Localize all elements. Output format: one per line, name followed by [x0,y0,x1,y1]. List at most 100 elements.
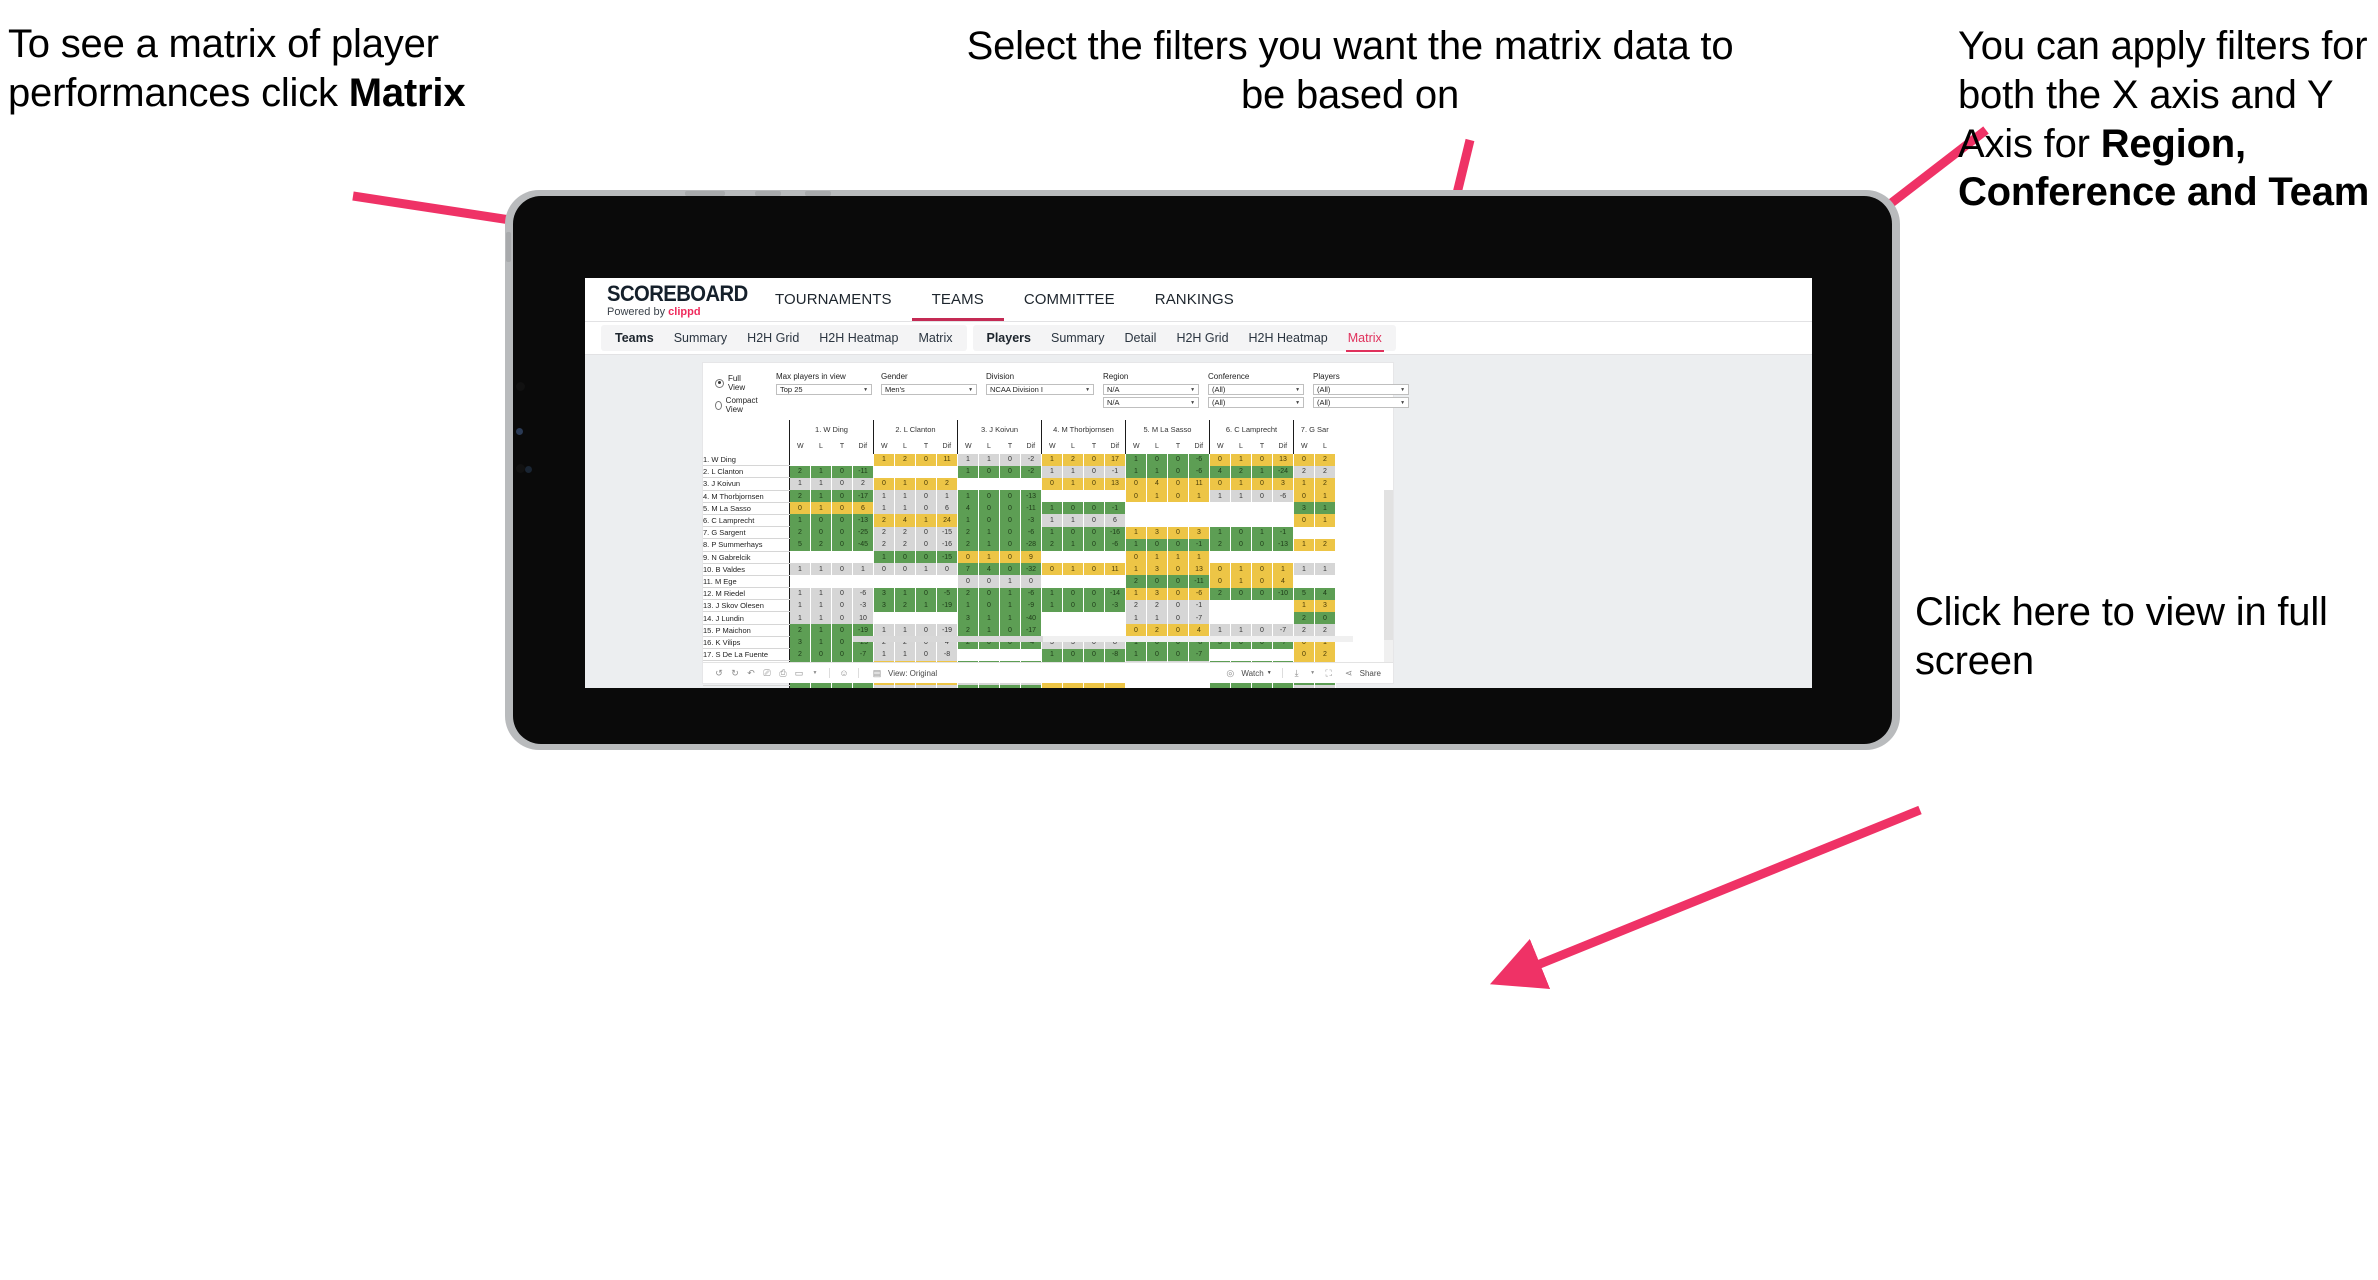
matrix-cell[interactable]: 0 [1083,538,1105,551]
matrix-cell[interactable]: 17 [1104,454,1126,466]
matrix-horizontal-scroll-thumb[interactable] [853,636,1043,642]
matrix-cell[interactable]: 0 [1167,624,1189,637]
matrix-cell[interactable] [852,454,874,466]
matrix-cell[interactable]: -10 [1272,587,1294,600]
matrix-cell[interactable]: 4 [978,563,1000,576]
matrix-cell[interactable] [852,551,874,564]
matrix-cell[interactable]: 0 [831,563,853,576]
chevron-down-icon[interactable]: ▼ [807,670,823,676]
matrix-cell[interactable]: 0 [978,587,1000,600]
matrix-cell[interactable] [1251,502,1273,515]
matrix-cell[interactable]: 4 [1272,575,1294,588]
matrix-cell[interactable]: 1 [1041,587,1063,600]
matrix-cell[interactable]: 1 [999,575,1021,588]
matrix-cell[interactable]: -11 [936,685,958,688]
help-icon[interactable]: ☺ [836,668,852,678]
matrix-cell[interactable]: 2 [936,477,958,491]
matrix-cell[interactable]: -28 [1020,538,1042,551]
matrix-cell[interactable]: 24 [936,514,958,527]
matrix-cell[interactable]: 0 [957,575,979,588]
matrix-cell[interactable] [999,648,1021,661]
matrix-cell[interactable]: 0 [915,490,937,503]
matrix-cell[interactable]: 1 [957,514,979,527]
matrix-cell[interactable]: 1 [789,477,811,491]
matrix-cell[interactable]: 2 [873,514,895,527]
matrix-cell[interactable]: 0 [957,551,979,564]
matrix-cell[interactable]: 0 [789,502,811,515]
matrix-cell[interactable]: -28 [852,685,874,688]
matrix-cell[interactable]: 0 [1083,465,1105,478]
matrix-cell[interactable]: 1 [789,514,811,527]
matrix-cell[interactable]: 1 [1125,563,1147,576]
matrix-cell[interactable]: -1 [1188,538,1210,551]
matrix-cell[interactable]: 1 [1293,563,1315,576]
matrix-cell[interactable]: 5 [789,538,811,551]
chevron-down-icon[interactable]: ▼ [1305,670,1321,676]
matrix-cell[interactable]: 1 [810,587,832,600]
matrix-cell[interactable] [1209,514,1231,527]
matrix-cell[interactable]: 0 [831,514,853,527]
matrix-cell[interactable]: 2 [957,526,979,539]
matrix-cell[interactable]: -32 [1020,563,1042,576]
matrix-cell[interactable] [789,575,811,588]
matrix-cell[interactable]: 2 [1293,465,1315,478]
matrix-cell[interactable]: 2 [1314,465,1336,478]
matrix-row-label[interactable]: 11. M Ege [703,575,790,589]
matrix-cell[interactable]: 0 [1062,502,1084,515]
matrix-cell[interactable]: -8 [1104,648,1126,661]
matrix-cell[interactable]: -11 [1020,502,1042,515]
matrix-col-header[interactable]: 2. L Clanton [873,420,958,438]
matrix-cell[interactable]: 1 [1209,490,1231,503]
matrix-cell[interactable] [1293,526,1315,539]
matrix-cell[interactable] [1230,599,1252,612]
matrix-cell[interactable]: 6 [852,502,874,515]
download-icon[interactable]: ⤓ [1289,668,1305,679]
matrix-row-label[interactable]: 5. M La Sasso [703,502,790,515]
matrix-col-header[interactable]: 5. M La Sasso [1125,420,1210,438]
matrix-cell[interactable]: 1 [1251,526,1273,539]
matrix-cell[interactable] [915,611,937,625]
matrix-cell[interactable] [1062,611,1084,625]
matrix-cell[interactable] [978,648,1000,661]
matrix-cell[interactable]: 2 [873,526,895,539]
matrix-cell[interactable]: 1 [894,490,916,503]
matrix-cell[interactable]: 0 [915,551,937,564]
matrix-cell[interactable] [810,551,832,564]
matrix-cell[interactable]: 0 [1167,477,1189,491]
matrix-cell[interactable] [957,648,979,661]
matrix-cell[interactable]: 10 [852,611,874,625]
side-button[interactable] [506,232,511,262]
matrix-cell[interactable]: 1 [810,465,832,478]
matrix-cell[interactable]: -6 [852,587,874,600]
matrix-cell[interactable]: 1 [810,624,832,637]
matrix-cell[interactable]: 1 [1293,685,1315,688]
matrix-row-label[interactable]: 2. L Clanton [703,465,790,479]
matrix-cell[interactable]: -1 [1188,599,1210,612]
matrix-cell[interactable] [1146,685,1168,688]
matrix-vertical-scroll-thumb[interactable] [1384,490,1393,640]
matrix-cell[interactable]: -13 [852,514,874,527]
matrix-cell[interactable]: 1 [852,563,874,576]
matrix-cell[interactable]: 0 [831,685,853,688]
matrix-cell[interactable] [1167,502,1189,515]
matrix-cell[interactable]: -7 [1188,648,1210,661]
matrix-cell[interactable]: 1 [1314,514,1336,527]
matrix-cell[interactable]: 0 [1167,563,1189,576]
matrix-cell[interactable]: -1 [1104,465,1126,478]
matrix-cell[interactable] [831,575,853,588]
matrix-cell[interactable]: 0 [831,477,853,491]
nav-teams[interactable]: TEAMS [912,278,1004,321]
matrix-cell[interactable] [1209,611,1231,625]
matrix-cell[interactable]: 1 [873,624,895,637]
matrix-cell[interactable]: 0 [1251,477,1273,491]
matrix-cell[interactable] [831,551,853,564]
matrix-cell[interactable]: 0 [1167,575,1189,588]
matrix-cell[interactable]: 0 [1041,477,1063,491]
matrix-cell[interactable]: 0 [1083,454,1105,466]
matrix-cell[interactable]: -17 [852,490,874,503]
matrix-cell[interactable]: 4 [1188,624,1210,637]
matrix-cell[interactable]: 2 [1146,624,1168,637]
matrix-cell[interactable] [1104,611,1126,625]
matrix-cell[interactable]: 1 [1146,611,1168,625]
matrix-cell[interactable]: 0 [1083,599,1105,612]
